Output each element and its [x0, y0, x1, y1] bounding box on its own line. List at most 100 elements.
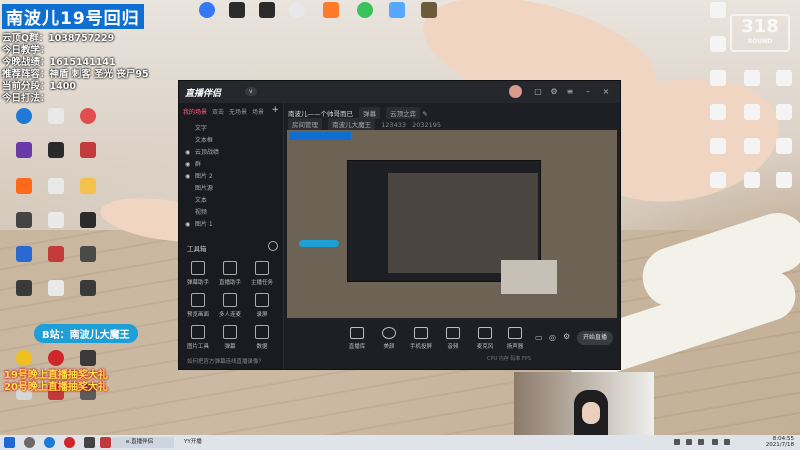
taskbar-app-yy[interactable]: YY开播 [170, 437, 224, 448]
file-icon[interactable] [762, 70, 800, 106]
toolbox-settings-icon[interactable] [268, 241, 278, 251]
notice-text[interactable]: 如何把官方弹幕连线直播录像？ [187, 357, 264, 365]
room-manage-chip[interactable]: 房间管理 [288, 118, 322, 130]
desktop-icon[interactable] [386, 2, 408, 30]
desktop-icon[interactable] [66, 142, 110, 178]
stream-title[interactable]: 南波儿——个帅哥而已 [288, 110, 353, 118]
scene-item[interactable]: ◉ 图片 2 [185, 171, 213, 180]
desktop-icon[interactable] [286, 2, 308, 30]
eye-icon[interactable]: ◉ [185, 221, 193, 228]
perf-stats: CPU 内存 码率 FPS [487, 356, 531, 362]
eye-icon[interactable]: ◉ [185, 161, 193, 168]
tool-tasks[interactable]: 主播任务 [247, 261, 277, 286]
tab-scene[interactable]: 场景 [252, 109, 264, 116]
version-badge[interactable]: v [245, 87, 257, 96]
desktop-icon[interactable] [66, 246, 110, 282]
tool-image[interactable]: 图片工具 [183, 325, 213, 350]
menu-icon[interactable]: ≡ [565, 87, 575, 97]
desktop-icon[interactable] [226, 2, 248, 30]
scene-item[interactable]: 文字 [185, 123, 207, 132]
file-icon [710, 70, 726, 86]
audio-button[interactable]: 音频 [439, 327, 467, 350]
live-library-button[interactable]: 直播库 [343, 327, 371, 350]
eye-icon[interactable]: ◉ [185, 149, 193, 156]
clock[interactable]: 8:04:55 2021/7/18 [766, 436, 794, 448]
scene-item[interactable]: ◉ 云顶战绩 [185, 147, 219, 156]
file-icon[interactable] [696, 2, 740, 38]
record-toggle-icon[interactable]: ◎ [549, 333, 556, 342]
tool-barrage[interactable]: 弹幕 [215, 325, 245, 350]
file-icon[interactable] [696, 36, 740, 72]
tray-icon[interactable] [698, 439, 704, 445]
message-icon[interactable]: ▢ [533, 87, 543, 97]
avatar[interactable] [509, 85, 522, 98]
tool-preview[interactable]: 预览画面 [183, 293, 213, 318]
minimize-icon[interactable]: – [583, 87, 593, 97]
desktop-icon[interactable] [66, 178, 110, 214]
edit-icon[interactable]: ✎ [422, 110, 427, 118]
netease-icon[interactable] [64, 437, 75, 448]
file-icon[interactable] [762, 138, 800, 174]
tab-my-scenes[interactable]: 我的场景 [183, 109, 207, 116]
search-icon[interactable] [24, 437, 35, 448]
speaker-icon [508, 327, 522, 339]
camera-toggle-icon[interactable]: ▭ [535, 333, 543, 342]
close-icon[interactable]: × [601, 87, 611, 97]
image-icon [191, 325, 205, 339]
file-icon [744, 70, 760, 86]
app-icon [323, 2, 339, 18]
streamer-chip[interactable]: 南波儿大魔王 [328, 118, 376, 130]
eye-icon[interactable]: ◉ [185, 173, 193, 180]
speaker-button[interactable]: 扬声器 [501, 327, 529, 350]
scene-item[interactable]: ◉ 群 [185, 159, 201, 168]
file-icon[interactable] [762, 104, 800, 140]
desktop-icon[interactable] [354, 2, 376, 30]
nested-preview-content [388, 173, 538, 273]
tool-danmaku[interactable]: 弹幕助手 [183, 261, 213, 286]
desktop-icon[interactable] [256, 2, 278, 30]
scene-item[interactable]: 文本 [185, 195, 207, 204]
start-icon[interactable] [4, 437, 15, 448]
scene-item[interactable]: 视频 [185, 207, 207, 216]
phone-cast-button[interactable]: 手机投屏 [407, 327, 435, 350]
scene-item[interactable]: 文本框 [185, 135, 213, 144]
mic-button[interactable]: 麦克风 [471, 327, 499, 350]
desktop-icon[interactable] [66, 280, 110, 316]
desktop-icon[interactable] [418, 2, 440, 30]
tab-double[interactable]: 双击 [212, 109, 224, 116]
app-icon[interactable] [100, 437, 111, 448]
scene-item[interactable]: 图片源 [185, 183, 213, 192]
volume-icon[interactable] [724, 439, 730, 445]
tray-icon[interactable] [686, 439, 692, 445]
app-icon [48, 212, 64, 228]
app-icon [80, 350, 96, 366]
edge-icon[interactable] [44, 437, 55, 448]
stream-preview[interactable] [287, 130, 617, 318]
network-icon[interactable] [712, 439, 718, 445]
tray-icon[interactable] [674, 439, 680, 445]
taskbar-app-companion[interactable]: e.直播伴侣 [112, 437, 174, 448]
file-icon [776, 172, 792, 188]
tool-assistant[interactable]: 直播助手 [215, 261, 245, 286]
tool-record[interactable]: 录屏 [247, 293, 277, 318]
record-icon [255, 293, 269, 307]
desktop-icon[interactable] [66, 212, 110, 248]
gear-icon[interactable]: ⚙ [563, 332, 570, 341]
desktop-icon[interactable] [320, 2, 342, 30]
webcam-feed [514, 372, 654, 438]
start-live-button[interactable]: 开始直播 [577, 331, 613, 345]
tool-multi-mic[interactable]: 多人连麦 [215, 293, 245, 318]
file-icon [710, 104, 726, 120]
add-scene-icon[interactable]: + [271, 105, 279, 115]
tool-data[interactable]: 数据 [247, 325, 277, 350]
beauty-button[interactable]: 美颜 [375, 327, 403, 350]
tab-none[interactable]: 无场景 [229, 109, 247, 116]
bilibili-tag: B站：南波儿大魔王 [34, 324, 138, 343]
barrage-icon [223, 325, 237, 339]
desktop-icon[interactable] [196, 2, 218, 30]
desktop-icon[interactable] [66, 108, 110, 144]
file-icon[interactable] [762, 172, 800, 208]
scene-item[interactable]: ◉ 图片 1 [185, 219, 213, 228]
settings-icon[interactable]: ⚙ [549, 87, 559, 97]
app-icon[interactable] [84, 437, 95, 448]
